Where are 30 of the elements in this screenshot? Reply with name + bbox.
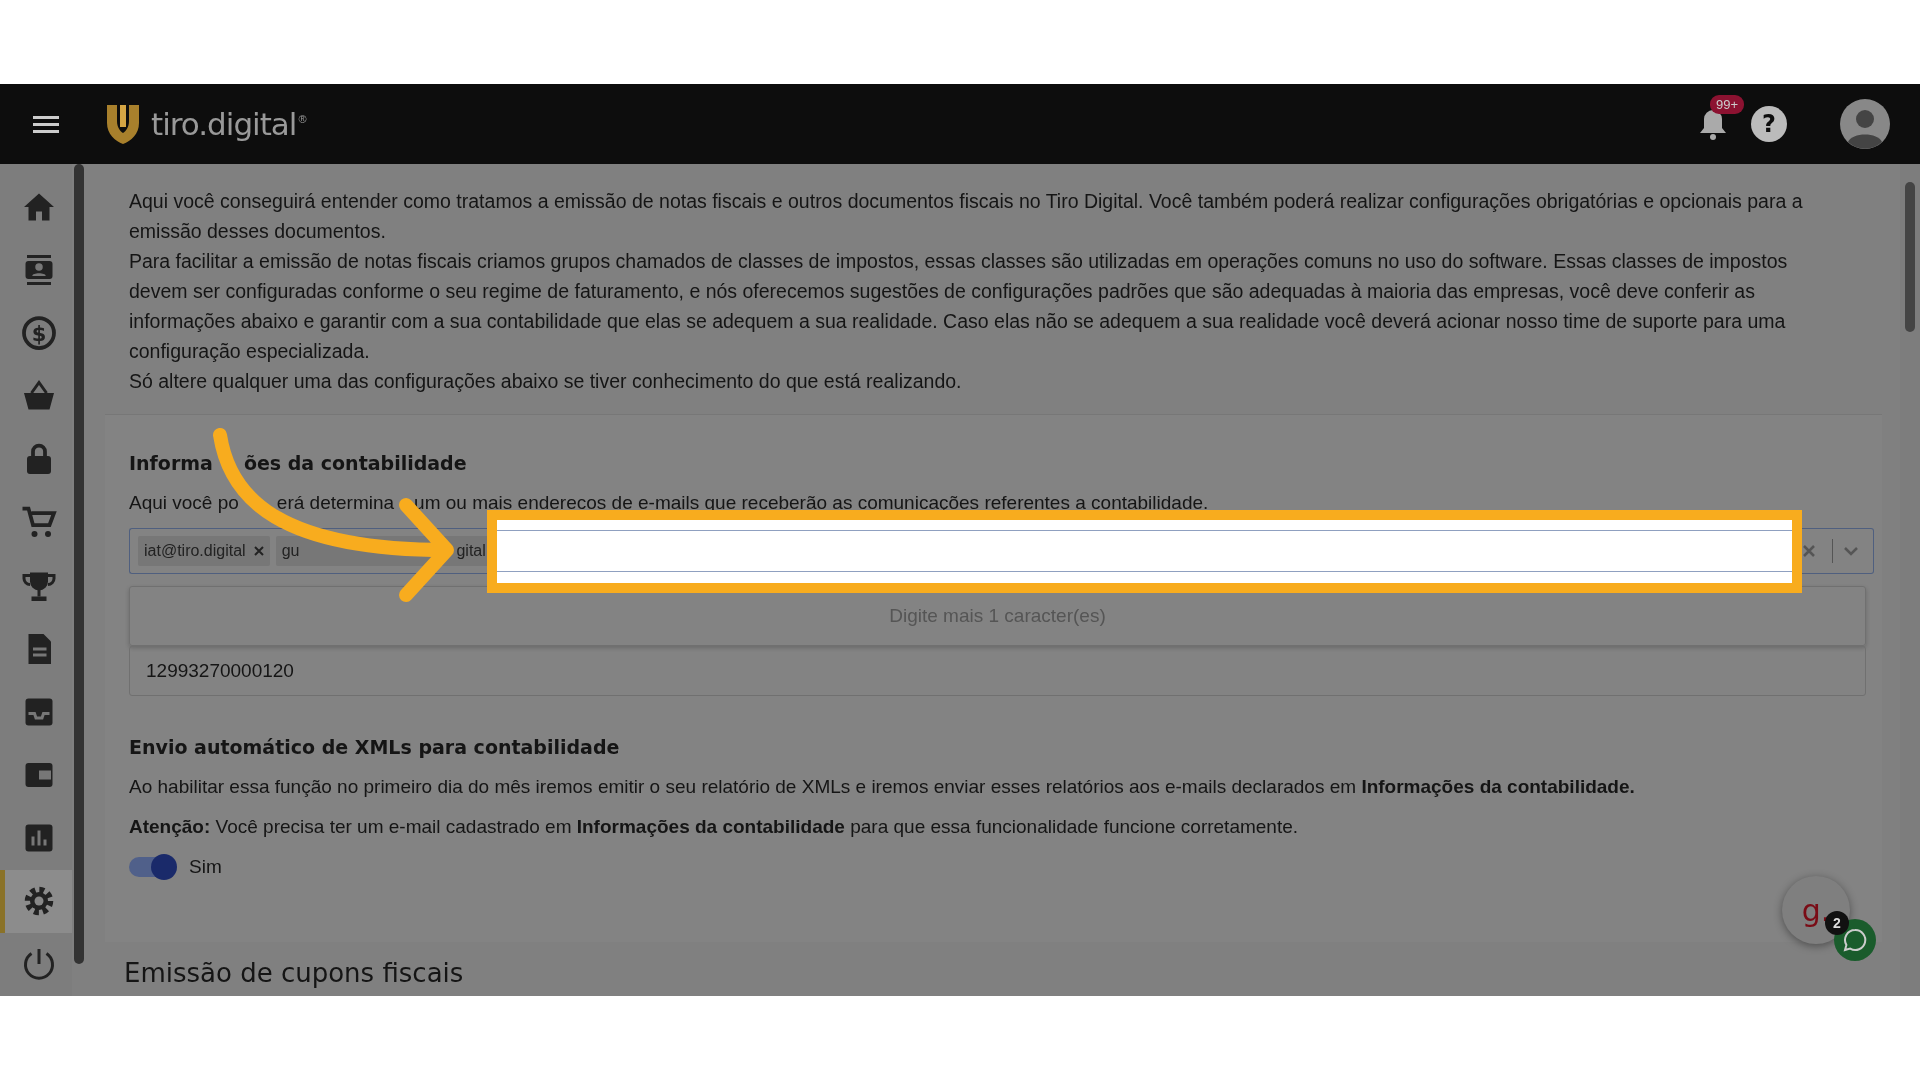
paragraph: Aqui você conseguirá entender como tratamos a emissão de notas fiscais e outros documentos fiscais no Tiro Digital. Você também poderá realizar configurações obrigatórias e opcionais para a emissão desses documentos.	[129, 189, 1804, 244]
paragraph: Ao habilitar essa função no primeiro dia do mês iremos emitir o seu relatório de XMLs e iremos enviar esses relatórios aos e-mails declarados em Informações da contabilidade.	[129, 775, 1636, 799]
registered-mark: ®	[298, 113, 307, 125]
chat-bubble-icon	[1842, 927, 1868, 953]
menu-icon[interactable]	[33, 114, 59, 134]
dollar-icon: $	[20, 314, 57, 351]
section-title: Emissão de cupons fiscais	[124, 958, 464, 988]
toggle-label: Sim	[189, 856, 222, 878]
dollar-nav-item[interactable]: $	[0, 301, 72, 365]
shield-logo-icon	[105, 103, 141, 145]
bell-icon[interactable]	[1698, 107, 1728, 141]
toggle-switch[interactable]	[129, 857, 175, 877]
brand-name: tiro.digital	[151, 106, 297, 142]
paragraph: Só altere qualquer uma das configurações abaixo se tiver conhecimento do que está realizando.	[129, 369, 963, 394]
email-select[interactable]: iat@tiro.digital gu gital	[129, 528, 487, 574]
scrollbar-thumb[interactable]	[1905, 182, 1915, 332]
paragraph: Para facilitar a emissão de notas fiscais criamos grupos chamados de classes de impostos, essas classes são utilizadas em operações comuns no uso do software. Essas classes de impostos devem ser configuradas conforme o seu regime de faturamento, e nós oferecemos sugestões de configurações padrões que são adequadas à maioria das empresas, você deve conferir as informações abaixo e garantir com a sua contabilidade que elas se adequem a sua realidade. Caso elas não se adequem a sua realidade você deverá acionar nosso time de suporte para uma configuração especializada.	[129, 249, 1789, 364]
warning-text: Atenção: Você precisa ter um e-mail cadastrado em Informações da contabilidade para que essa funcionalidade funcione corretamente.	[129, 815, 1300, 839]
document-field[interactable]: 12993270000120	[129, 646, 1866, 696]
avatar-icon[interactable]	[1840, 99, 1890, 149]
email-chip: iat@tiro.digital	[138, 536, 270, 566]
notification-badge: 99+	[1710, 95, 1745, 114]
highlighted-input-field[interactable]	[487, 509, 1802, 593]
remove-icon[interactable]	[253, 546, 264, 556]
settings-nav-item[interactable]	[0, 869, 72, 933]
section-title: Informa ões da contabilidade	[129, 451, 468, 476]
section-title: Envio automático de XMLs para contabilidade	[129, 735, 621, 760]
help-icon[interactable]: ?	[1750, 105, 1788, 143]
scrollbar[interactable]	[74, 164, 84, 964]
section-description: Aqui você po erá determina um ou mais enderecos de e-mails que receberão as comunicações referentes a contabilidade.	[129, 491, 1210, 515]
